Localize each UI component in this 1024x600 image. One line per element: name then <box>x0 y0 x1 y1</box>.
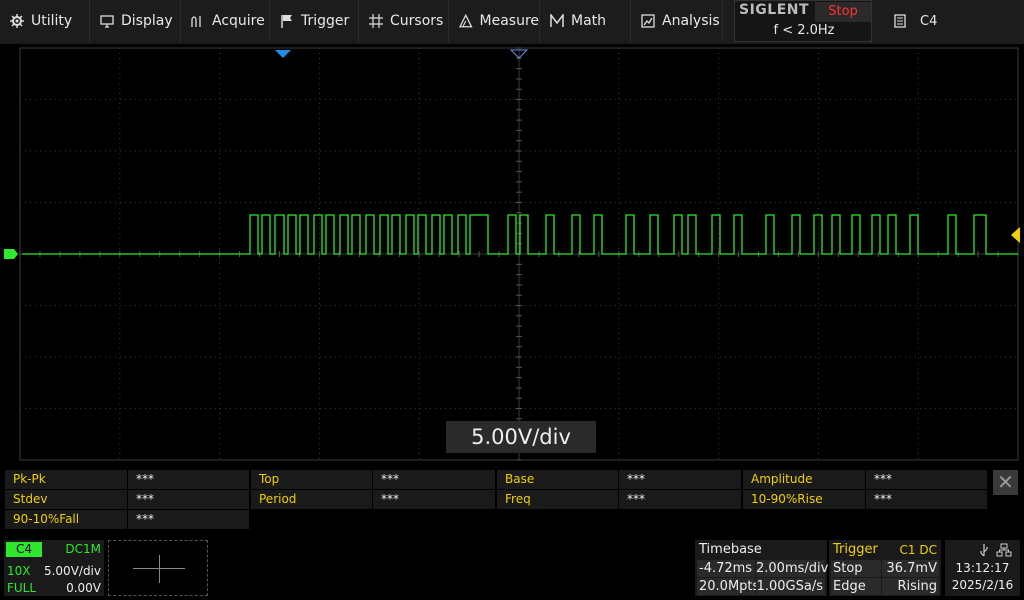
channel-4-trace <box>22 214 1018 255</box>
close-icon: ✕ <box>997 470 1014 494</box>
analysis-icon <box>641 14 655 28</box>
menu-display[interactable]: Display <box>90 0 181 42</box>
channel-document-label: C4 <box>920 13 938 29</box>
channel-probe: 10X <box>7 564 31 578</box>
menu-cursors[interactable]: Cursors <box>359 0 449 42</box>
measure-value-rise: *** <box>866 490 987 509</box>
channel-coupling: DC1M <box>65 542 101 556</box>
measure-value-base: *** <box>619 470 741 489</box>
flag-icon <box>281 15 292 28</box>
trigger-type: Edge <box>831 578 881 595</box>
measure-value-stdev: *** <box>128 490 249 509</box>
measure-value-period: *** <box>373 490 495 509</box>
acquire-icon <box>191 16 201 27</box>
menu-math-label: Math <box>571 13 607 29</box>
trigger-state: Stop <box>831 560 881 577</box>
cursor-crosshair-icon <box>369 14 383 28</box>
menu-bar: Utility Display Acquire Trigger Cursors … <box>0 0 1024 44</box>
channel-bandwidth: FULL <box>7 581 37 595</box>
channel-4-panel[interactable]: C4 DC1M 10X 5.00V/div FULL 0.00V <box>4 540 104 596</box>
menu-cursors-label: Cursors <box>390 13 444 29</box>
measure-icon <box>459 14 473 28</box>
close-measurements-button[interactable]: ✕ <box>993 470 1018 495</box>
measure-value-amplitude: *** <box>866 470 987 489</box>
measure-label-amplitude: Amplitude <box>743 470 865 489</box>
vertical-scale-readout: 5.00V/div <box>446 421 596 453</box>
network-icon <box>996 543 1012 557</box>
measure-label-fall: 90-10%Fall <box>5 510 127 529</box>
trigger-level: 36.7mV <box>882 560 939 577</box>
menu-utility[interactable]: Utility <box>0 0 90 42</box>
channel-scale: 5.00V/div <box>43 564 101 578</box>
measure-label-freq: Freq <box>497 490 618 509</box>
measure-value-pkpk: *** <box>128 470 249 489</box>
measure-label-top: Top <box>251 470 372 489</box>
system-panel: 13:12:17 2025/2/16 <box>945 540 1020 596</box>
system-date: 2025/2/16 <box>951 578 1014 592</box>
menu-analysis-label: Analysis <box>662 13 720 29</box>
measurement-table: Pk-Pk *** Top *** Base *** Amplitude ***… <box>0 466 1024 534</box>
trigger-slope: Rising <box>882 578 939 595</box>
channel-document-button[interactable]: C4 <box>880 0 1024 42</box>
math-icon <box>550 14 564 27</box>
menu-measure-label: Measure <box>479 13 540 29</box>
menu-trigger-label: Trigger <box>301 13 350 29</box>
timebase-delay: -4.72ms <box>697 560 755 577</box>
measure-label-stdev: Stdev <box>5 490 127 509</box>
menu-analysis[interactable]: Analysis <box>631 0 723 42</box>
usb-icon <box>980 544 988 557</box>
channel-name: C4 <box>6 542 42 557</box>
trigger-title: Trigger <box>833 542 878 557</box>
document-icon <box>894 14 906 28</box>
measure-label-pkpk: Pk-Pk <box>5 470 127 489</box>
monitor-icon <box>100 15 114 28</box>
trigger-level-marker[interactable] <box>1011 227 1020 243</box>
menu-utility-label: Utility <box>31 13 73 29</box>
timebase-scale: 2.00ms/div <box>756 560 829 577</box>
run-stop-button[interactable]: Stop <box>815 2 871 22</box>
measure-label-base: Base <box>497 470 618 489</box>
sample-rate: 1.00GSa/s <box>756 578 825 595</box>
trigger-source: C1 DC <box>899 543 937 557</box>
trigger-position-marker[interactable] <box>275 50 291 58</box>
add-channel-button[interactable] <box>108 540 208 596</box>
channel-4-ground-marker[interactable] <box>4 249 18 259</box>
menu-acquire[interactable]: Acquire <box>181 0 270 42</box>
menu-math[interactable]: Math <box>540 0 631 42</box>
measure-value-top: *** <box>373 470 495 489</box>
menu-display-label: Display <box>121 13 173 29</box>
menu-measure[interactable]: Measure <box>449 0 540 42</box>
measure-label-rise: 10-90%Rise <box>743 490 865 509</box>
measure-value-freq: *** <box>619 490 741 509</box>
brand-status-panel: SIGLENT Stop f < 2.0Hz <box>734 0 872 42</box>
channel-offset: 0.00V <box>66 581 101 595</box>
timebase-panel[interactable]: Timebase -4.72ms 2.00ms/div 20.0Mpts 1.0… <box>695 540 829 596</box>
measure-label-period: Period <box>251 490 372 509</box>
memory-depth: 20.0Mpts <box>697 578 760 595</box>
brand-logo: SIGLENT <box>739 2 810 18</box>
system-time: 13:12:17 <box>955 561 1010 575</box>
waveform-display[interactable] <box>0 44 1024 464</box>
timebase-title: Timebase <box>699 542 762 557</box>
gear-icon <box>10 14 24 28</box>
menu-acquire-label: Acquire <box>212 13 265 29</box>
trigger-frequency: f < 2.0Hz <box>773 23 835 38</box>
menu-trigger[interactable]: Trigger <box>270 0 359 42</box>
trigger-panel[interactable]: Trigger C1 DC Stop 36.7mV Edge Rising <box>829 540 941 596</box>
measure-value-fall: *** <box>128 510 249 529</box>
status-bar: C4 DC1M 10X 5.00V/div FULL 0.00V Timebas… <box>0 536 1024 600</box>
